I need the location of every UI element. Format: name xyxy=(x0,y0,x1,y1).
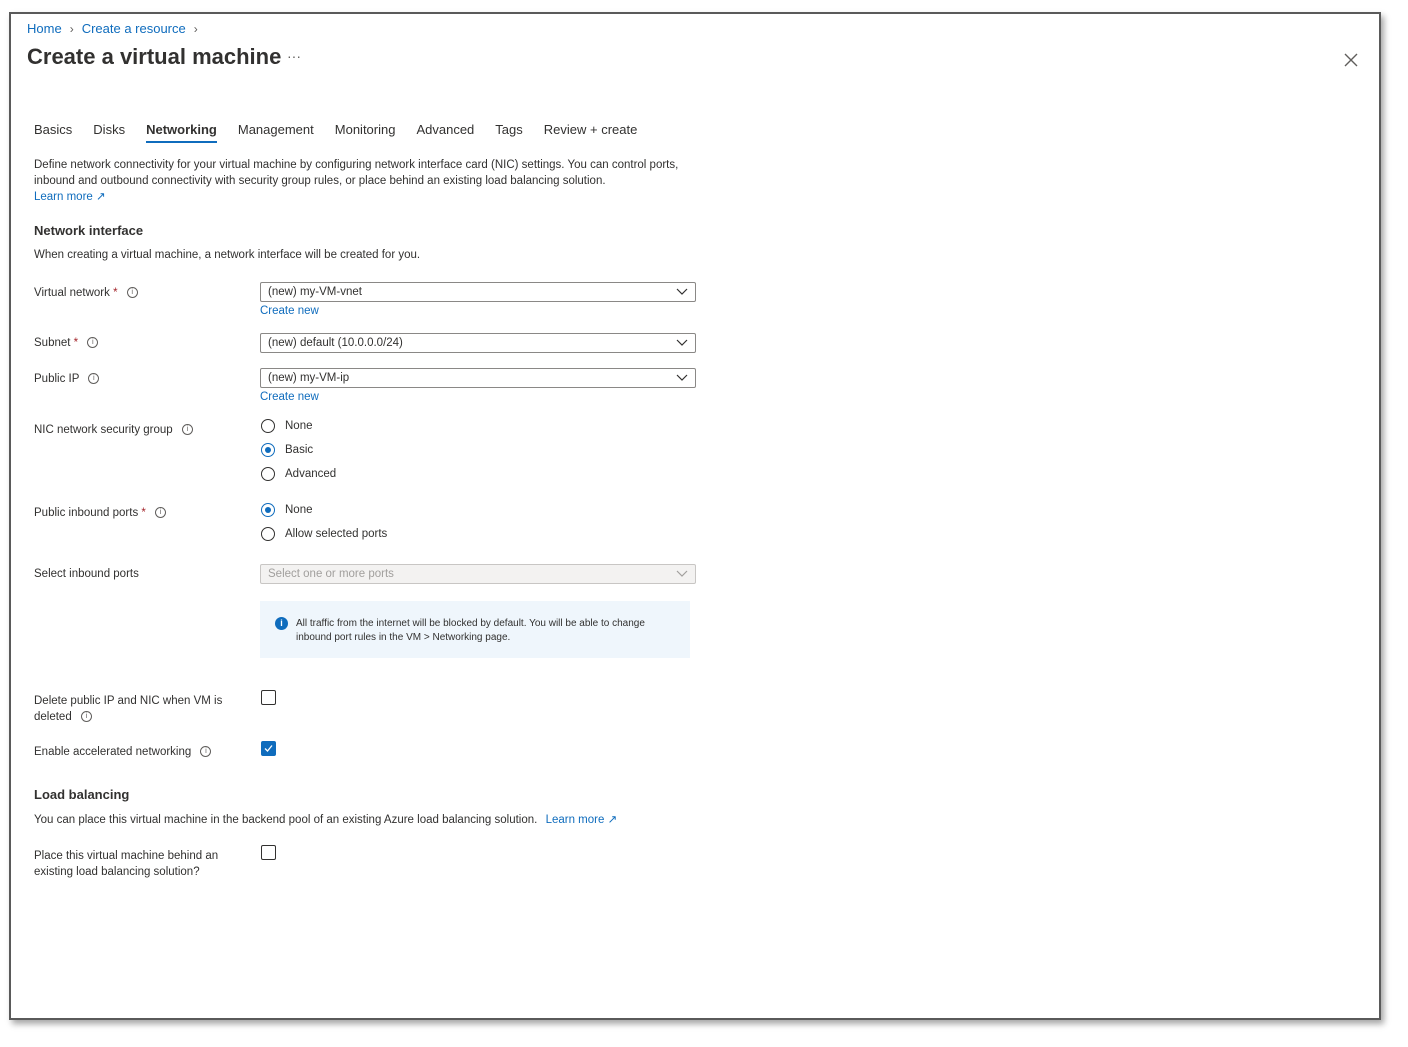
tab-advanced[interactable]: Advanced xyxy=(416,122,474,143)
external-link-icon: ↗ xyxy=(607,814,618,826)
tab-monitoring[interactable]: Monitoring xyxy=(335,122,396,143)
radio-circle[interactable] xyxy=(261,419,275,433)
nsg-option-basic[interactable]: Basic xyxy=(261,443,313,457)
delete-public-ip-label: Delete public IP and NIC when VM is dele… xyxy=(34,693,239,725)
breadcrumb: Home › Create a resource › xyxy=(27,21,198,36)
select-inbound-ports-placeholder: Select one or more ports xyxy=(268,568,394,580)
accelerated-networking-label-text: Enable accelerated networking xyxy=(34,746,192,758)
radio-circle[interactable] xyxy=(261,467,275,481)
nic-nsg-label: NIC network security group i xyxy=(34,422,193,438)
info-icon[interactable]: i xyxy=(200,746,212,758)
breadcrumb-create-resource[interactable]: Create a resource xyxy=(82,21,186,36)
tab-tags[interactable]: Tags xyxy=(495,122,522,143)
public-ip-create-new-link[interactable]: Create new xyxy=(260,391,319,403)
info-icon[interactable]: i xyxy=(87,337,99,349)
virtual-network-label: Virtual network * i xyxy=(34,285,138,301)
virtual-network-dropdown[interactable]: (new) my-VM-vnet xyxy=(260,282,696,302)
radio-circle-selected[interactable] xyxy=(261,503,275,517)
nsg-option-none-label: None xyxy=(285,420,313,432)
learn-more-link[interactable]: Learn more ↗ xyxy=(34,189,704,205)
delete-public-ip-checkbox[interactable] xyxy=(261,690,276,705)
page-title: Create a virtual machine xyxy=(27,44,282,69)
description-text: Define network connectivity for your vir… xyxy=(34,159,679,187)
virtual-network-value: (new) my-VM-vnet xyxy=(268,286,362,298)
tab-review-create[interactable]: Review + create xyxy=(544,122,638,143)
checkmark-icon xyxy=(264,745,273,752)
delete-public-ip-label-text: Delete public IP and NIC when VM is dele… xyxy=(34,695,223,723)
nic-nsg-label-text: NIC network security group xyxy=(34,424,173,436)
more-actions-button[interactable]: ··· xyxy=(287,48,301,64)
radio-circle[interactable] xyxy=(261,527,275,541)
external-link-icon: ↗ xyxy=(96,191,106,203)
nsg-option-none[interactable]: None xyxy=(261,419,313,433)
tab-disks[interactable]: Disks xyxy=(93,122,125,143)
required-marker: * xyxy=(113,287,118,299)
accelerated-networking-checkbox[interactable] xyxy=(261,741,276,756)
info-filled-icon: i xyxy=(275,617,288,630)
info-icon[interactable]: i xyxy=(155,507,167,519)
required-marker: * xyxy=(73,337,79,349)
inbound-option-allow-selected[interactable]: Allow selected ports xyxy=(261,527,387,541)
virtual-network-create-new-link[interactable]: Create new xyxy=(260,305,319,317)
select-inbound-ports-dropdown[interactable]: Select one or more ports xyxy=(260,564,696,584)
learn-more-label[interactable]: Learn more xyxy=(34,191,93,203)
info-icon[interactable]: i xyxy=(126,287,138,299)
chevron-down-icon xyxy=(676,339,688,346)
info-message-text: All traffic from the internet will be bl… xyxy=(296,618,645,643)
subnet-label-text: Subnet xyxy=(34,337,71,349)
inbound-info-message: i All traffic from the internet will be … xyxy=(260,601,690,658)
nsg-option-basic-label: Basic xyxy=(285,444,314,456)
public-ip-label: Public IP i xyxy=(34,371,100,387)
virtual-network-label-text: Virtual network xyxy=(34,287,110,299)
public-ip-dropdown[interactable]: (new) my-VM-ip xyxy=(260,368,696,388)
load-balancing-heading: Load balancing xyxy=(34,787,130,802)
public-inbound-ports-label-text: Public inbound ports xyxy=(34,507,139,519)
chevron-right-icon: › xyxy=(193,21,198,36)
public-inbound-ports-label: Public inbound ports * i xyxy=(34,505,167,521)
inbound-option-allow-label: Allow selected ports xyxy=(285,528,388,540)
tab-networking[interactable]: Networking xyxy=(146,122,217,143)
subnet-label: Subnet * i xyxy=(34,335,99,351)
nsg-option-advanced[interactable]: Advanced xyxy=(261,467,336,481)
load-balancing-intro-row: You can place this virtual machine in th… xyxy=(34,812,617,826)
networking-description: Define network connectivity for your vir… xyxy=(34,157,704,205)
info-icon[interactable]: i xyxy=(80,711,92,723)
load-balancing-intro: You can place this virtual machine in th… xyxy=(34,814,538,826)
place-behind-lb-label: Place this virtual machine behind an exi… xyxy=(34,850,219,878)
chevron-down-icon xyxy=(676,570,688,577)
chevron-down-icon xyxy=(676,288,688,295)
public-ip-label-text: Public IP xyxy=(34,373,80,385)
inbound-option-none-label: None xyxy=(285,504,313,516)
required-marker: * xyxy=(141,507,146,519)
select-inbound-ports-label: Select inbound ports xyxy=(34,568,139,580)
subnet-dropdown[interactable]: (new) default (10.0.0.0/24) xyxy=(260,333,696,353)
subnet-value: (new) default (10.0.0.0/24) xyxy=(268,337,403,349)
chevron-down-icon xyxy=(676,374,688,381)
nsg-option-advanced-label: Advanced xyxy=(285,468,337,480)
accelerated-networking-label: Enable accelerated networking i xyxy=(34,744,212,760)
network-interface-heading: Network interface xyxy=(34,223,144,238)
network-interface-intro: When creating a virtual machine, a netwo… xyxy=(34,249,421,261)
public-ip-value: (new) my-VM-ip xyxy=(268,372,350,384)
chevron-right-icon: › xyxy=(69,21,74,36)
load-balancing-learn-more-link[interactable]: Learn more xyxy=(546,814,605,826)
info-icon[interactable]: i xyxy=(181,424,193,436)
place-behind-lb-checkbox[interactable] xyxy=(261,845,276,860)
tab-bar: Basics Disks Networking Management Monit… xyxy=(34,122,658,143)
breadcrumb-home[interactable]: Home xyxy=(27,21,62,36)
close-icon[interactable] xyxy=(1341,50,1361,70)
tab-basics[interactable]: Basics xyxy=(34,122,72,143)
info-icon[interactable]: i xyxy=(88,373,100,385)
radio-circle-selected[interactable] xyxy=(261,443,275,457)
inbound-option-none[interactable]: None xyxy=(261,503,313,517)
tab-management[interactable]: Management xyxy=(238,122,314,143)
